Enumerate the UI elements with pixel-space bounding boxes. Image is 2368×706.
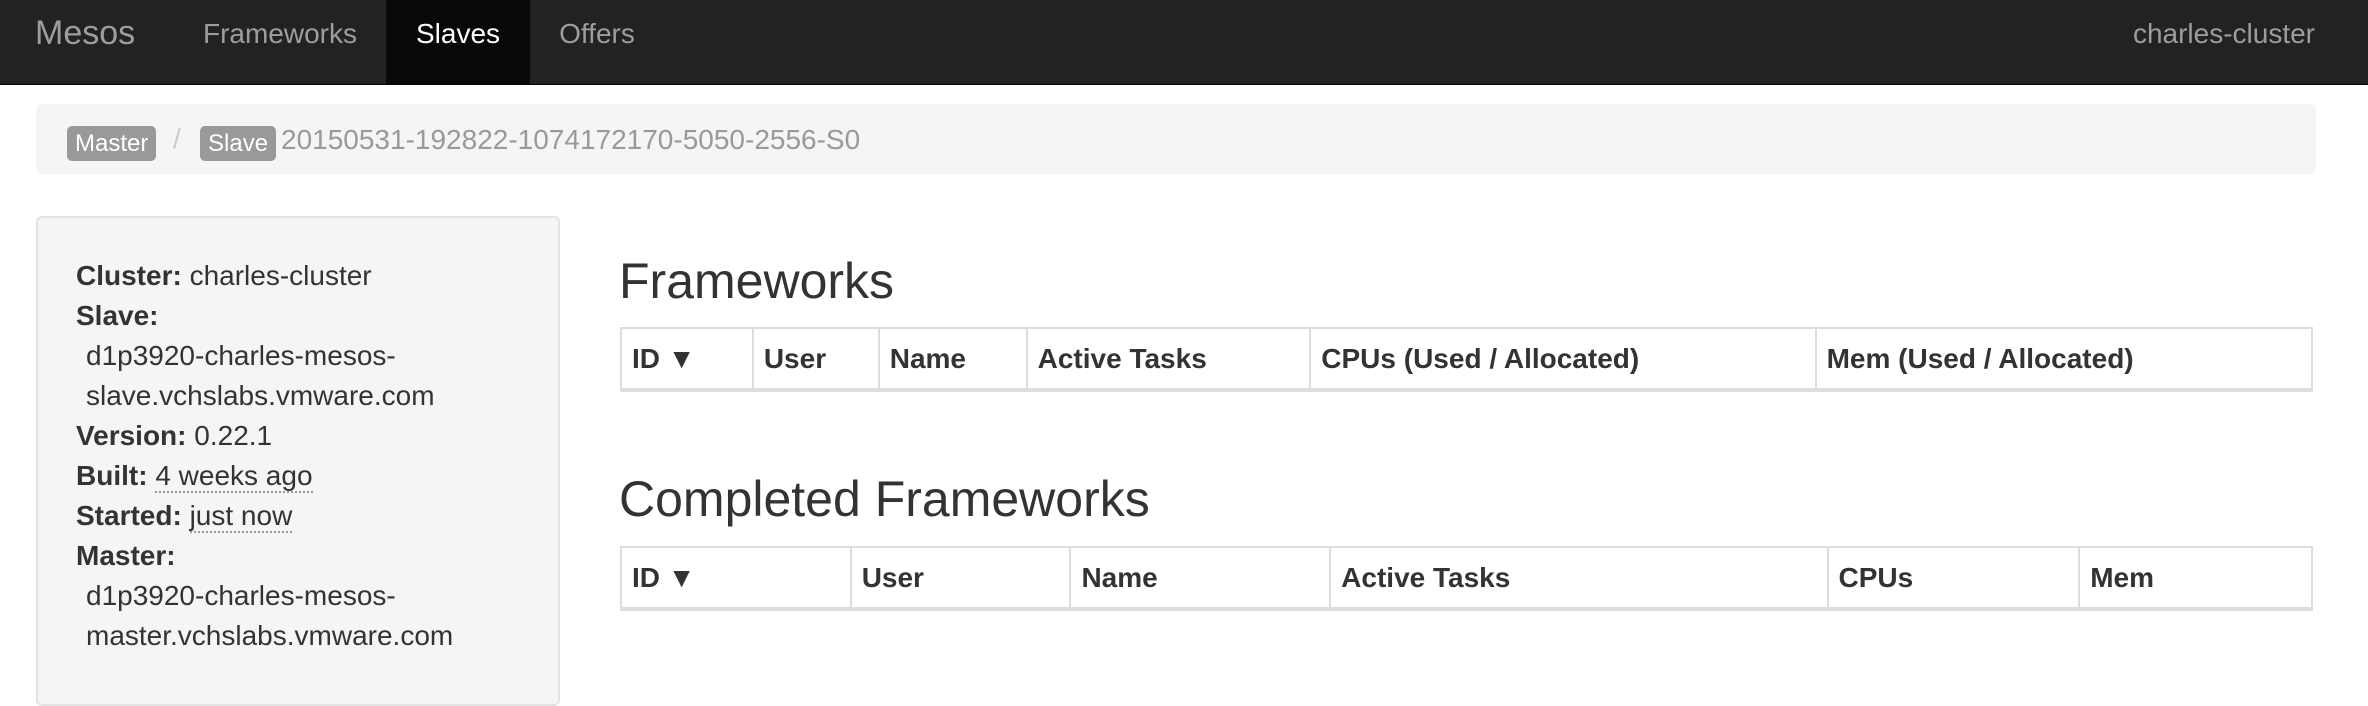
info-built-key: Built: (76, 460, 148, 491)
info-built-value[interactable]: 4 weeks ago (155, 460, 313, 493)
completed-frameworks-table: ID ▼ User Name Active Tasks CPUs Mem (620, 546, 2313, 611)
brand-logo[interactable]: Mesos (35, 0, 135, 85)
column-header-active-tasks[interactable]: Active Tasks (1329, 546, 1829, 611)
cluster-name: charles-cluster (2132, 18, 2315, 49)
info-slave-key: Slave: (76, 300, 159, 331)
info-slave: Slave: (76, 296, 546, 336)
info-built: Built: 4 weeks ago (76, 456, 546, 496)
info-started: Started: just now (76, 496, 546, 536)
info-master-host-1: d1p3920-charles-mesos- (86, 580, 396, 611)
breadcrumb-master-link[interactable]: Master (67, 126, 157, 161)
info-cluster: Cluster: charles-cluster (76, 256, 546, 296)
breadcrumb-separator: / (173, 123, 181, 154)
slave-info-panel: Cluster: charles-cluster Slave: d1p3920-… (36, 216, 560, 706)
info-started-value[interactable]: just now (189, 500, 293, 533)
info-version: Version: 0.22.1 (76, 416, 546, 456)
info-cluster-key: Cluster: (76, 260, 182, 291)
top-navbar: Mesos Frameworks Slaves Offers charles-c… (0, 0, 2368, 85)
info-version-key: Version: (76, 420, 187, 451)
table-header-row: ID ▼ User Name Active Tasks CPUs (Used /… (620, 327, 2314, 392)
frameworks-table: ID ▼ User Name Active Tasks CPUs (Used /… (620, 327, 2314, 392)
info-started-key: Started: (76, 500, 182, 531)
info-master-host-2: master.vchslabs.vmware.com (86, 620, 454, 651)
column-header-cpus[interactable]: CPUs (1826, 546, 2081, 611)
breadcrumb-slave-badge: Slave (200, 126, 277, 161)
column-header-mem[interactable]: Mem (2078, 546, 2313, 611)
column-header-mem[interactable]: Mem (Used / Allocated) (1814, 327, 2314, 392)
completed-frameworks-heading: Completed Frameworks (619, 471, 1150, 527)
frameworks-heading: Frameworks (619, 253, 895, 309)
info-version-value: 0.22.1 (194, 420, 273, 451)
breadcrumb-slave-id: 20150531-192822-1074172170-5050-2556-S0 (281, 124, 861, 155)
column-header-name[interactable]: Name (1069, 546, 1332, 611)
column-header-name[interactable]: Name (877, 327, 1028, 392)
breadcrumb: Master / Slave 20150531-192822-107417217… (36, 104, 2316, 174)
info-slave-host-2: slave.vchslabs.vmware.com (86, 380, 435, 411)
nav-frameworks[interactable]: Frameworks (178, 0, 382, 85)
column-header-id[interactable]: ID ▼ (620, 546, 852, 611)
nav-offers[interactable]: Offers (530, 0, 664, 85)
table-header-row: ID ▼ User Name Active Tasks CPUs Mem (620, 546, 2313, 611)
column-header-user[interactable]: User (751, 327, 880, 392)
column-header-user[interactable]: User (849, 546, 1072, 611)
column-header-id[interactable]: ID ▼ (620, 327, 754, 392)
info-master-key: Master: (76, 540, 176, 571)
info-slave-host-1: d1p3920-charles-mesos- (86, 340, 396, 371)
column-header-active-tasks[interactable]: Active Tasks (1025, 327, 1312, 392)
info-master: Master: (76, 536, 546, 576)
nav-slaves[interactable]: Slaves (386, 0, 530, 85)
info-cluster-value: charles-cluster (189, 260, 372, 291)
column-header-cpus[interactable]: CPUs (Used / Allocated) (1309, 327, 1817, 392)
